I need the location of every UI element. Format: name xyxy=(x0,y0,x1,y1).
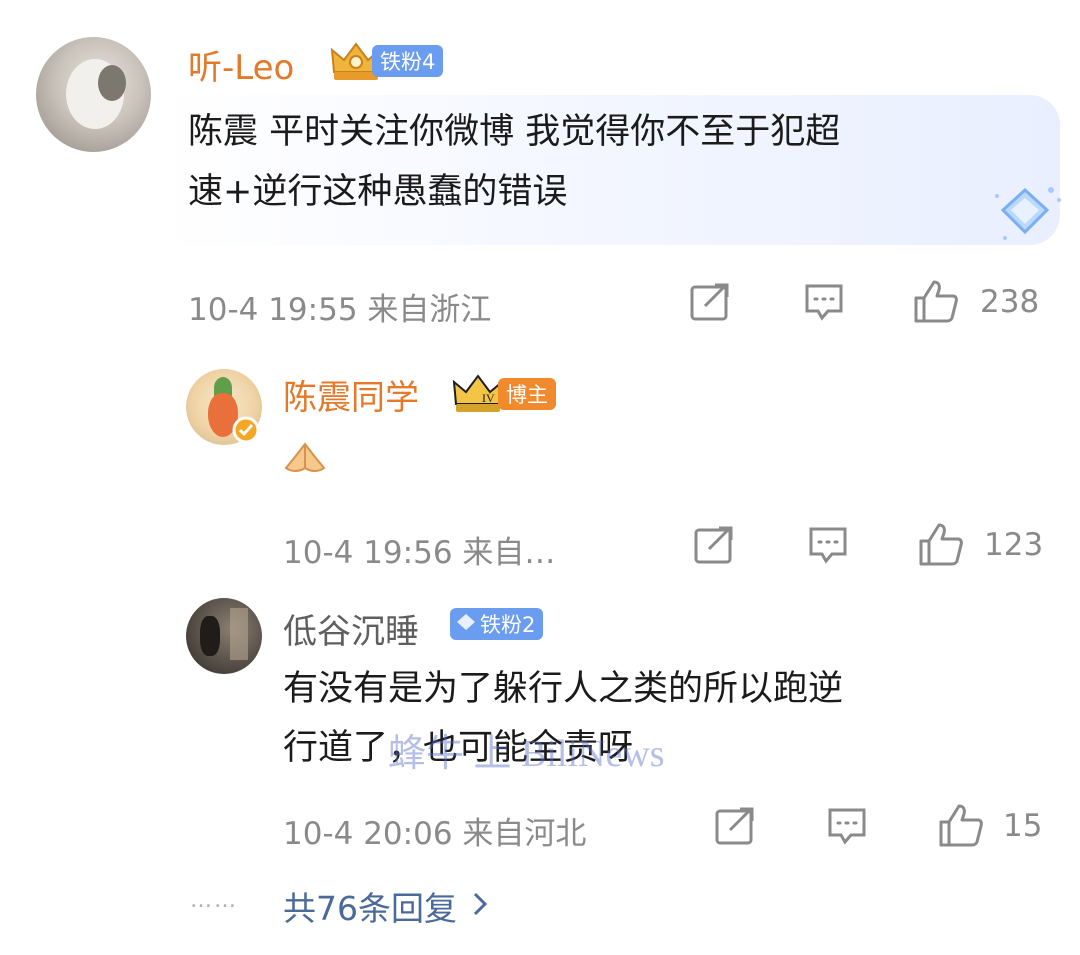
diamond-icon xyxy=(456,612,476,636)
blogger-badge: 博主 xyxy=(498,378,556,410)
username[interactable]: 陈震同学 xyxy=(283,370,419,419)
comment-icon[interactable] xyxy=(827,806,867,846)
like-icon[interactable] xyxy=(938,802,984,848)
like-icon[interactable] xyxy=(918,521,964,567)
more-replies-link[interactable]: 共76条回复 xyxy=(283,882,489,930)
avatar[interactable] xyxy=(36,37,151,152)
comment-time: 10-4 19:55 来自浙江 xyxy=(188,292,492,328)
avatar[interactable] xyxy=(186,598,262,674)
diamond-decoration-icon xyxy=(985,182,1065,244)
username[interactable]: 低谷沉睡 xyxy=(283,604,419,653)
fan-badge: 铁粉4 xyxy=(372,45,444,77)
svg-text:IV: IV xyxy=(482,391,495,405)
like-count: 238 xyxy=(980,284,1040,320)
comment-text-line-2: 速+逆行这种愚蠢的错误 xyxy=(188,172,568,212)
like-count: 15 xyxy=(1003,808,1043,844)
comment-icon[interactable] xyxy=(808,525,848,565)
like-icon[interactable] xyxy=(913,278,959,324)
fan-badge: 铁粉2 xyxy=(450,608,544,640)
pray-hands-emoji xyxy=(283,438,327,476)
crown-icon: IV xyxy=(452,372,504,414)
verified-icon xyxy=(232,416,260,444)
comment-text-line-1: 有没有是为了躲行人之类的所以跑逆 xyxy=(283,669,844,709)
more-dots: …… xyxy=(190,888,238,913)
share-icon[interactable] xyxy=(714,806,756,846)
comment-icon[interactable] xyxy=(804,282,844,322)
more-replies-label: 共76条回复 xyxy=(283,889,457,928)
username[interactable]: 听-Leo xyxy=(188,40,294,89)
comment-time: 10-4 20:06 来自河北 xyxy=(283,816,587,852)
share-icon[interactable] xyxy=(689,282,731,322)
comment-time: 10-4 19:56 来自… xyxy=(283,535,556,571)
watermark: 蜂牛 上 BiliNews xyxy=(388,733,665,775)
share-icon[interactable] xyxy=(693,525,735,565)
chevron-right-icon xyxy=(471,891,489,921)
like-count: 123 xyxy=(984,527,1044,563)
comment-text-line-1: 陈震 平时关注你微博 我觉得你不至于犯超 xyxy=(188,112,841,152)
